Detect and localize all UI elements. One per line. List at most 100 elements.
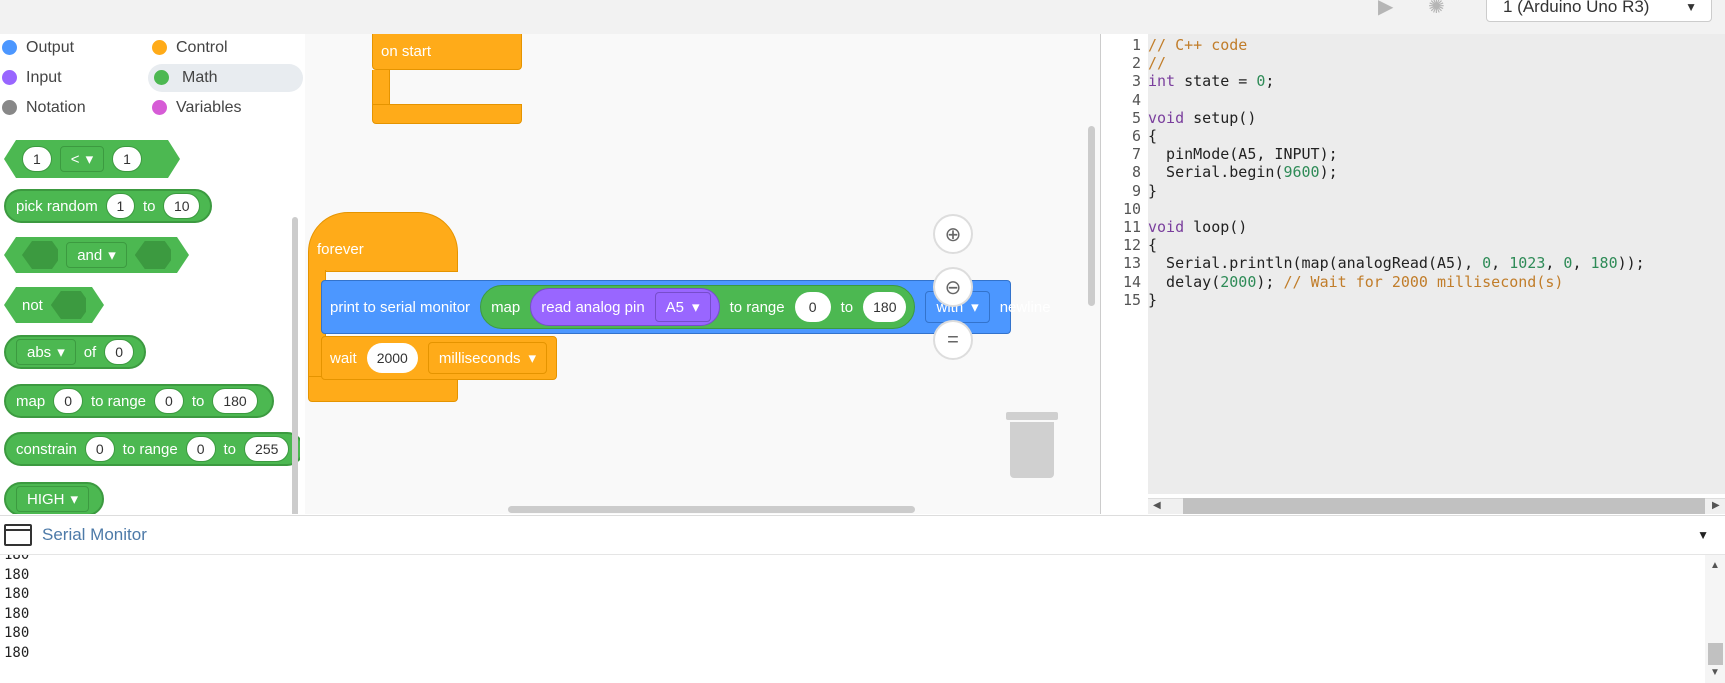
wait-value-input[interactable]: 2000 [366, 343, 418, 373]
operator-dropdown[interactable]: < ▾ [60, 146, 104, 172]
unit-dropdown[interactable]: milliseconds ▾ [427, 342, 548, 374]
compare-left-input[interactable]: 1 [22, 146, 52, 172]
step-icon[interactable]: ▶ [1378, 0, 1393, 19]
and-value: and [77, 246, 103, 264]
map-low-input[interactable]: 0 [794, 292, 831, 322]
print-label: print to serial monitor [330, 298, 471, 316]
serial-line: 180 [4, 605, 30, 622]
block-label: to [191, 392, 205, 410]
serial-monitor-header[interactable]: Serial Monitor ▼ [0, 515, 1725, 555]
and-block[interactable]: and ▾ [4, 237, 189, 273]
serial-line: 180 [4, 566, 30, 583]
block-label: pick random [16, 197, 98, 215]
constrain-low-input[interactable]: 0 [185, 436, 216, 462]
notation-dot-icon [2, 100, 17, 115]
serial-line: 180 [4, 586, 30, 602]
unit-value: milliseconds [438, 349, 521, 367]
pin-value: A5 [665, 298, 685, 316]
read-analog-pin-block[interactable]: read analog pin A5 ▾ [530, 288, 720, 326]
map-block[interactable]: map 0 to range 0 to 180 [4, 384, 274, 418]
and-dropdown[interactable]: and ▾ [66, 242, 127, 268]
category-variables[interactable]: Variables [150, 94, 300, 122]
high-value: HIGH [27, 490, 65, 508]
constrain-high-input[interactable]: 255 [244, 436, 290, 462]
function-dropdown[interactable]: abs ▾ [16, 339, 76, 365]
wait-label: wait [330, 349, 357, 367]
line-number: 15 [1122, 290, 1141, 309]
board-select[interactable]: 1 (Arduino Uno R3) ▼ [1486, 0, 1712, 22]
random-to-input[interactable]: 10 [163, 193, 200, 219]
code-editor[interactable]: 1 // C++ code 2 // 3 int state = 0; 4 5 void set… [1101, 34, 1725, 514]
category-control[interactable]: Control [150, 34, 300, 62]
map-value-input[interactable]: 0 [53, 388, 83, 414]
code-horizontal-scrollbar[interactable] [1183, 498, 1705, 514]
compare-block[interactable]: 1 < ▾ 1 [4, 140, 180, 178]
high-dropdown[interactable]: HIGH ▾ [16, 486, 90, 512]
serial-scrollbar[interactable] [1708, 643, 1723, 665]
pin-dropdown[interactable]: A5 ▾ [654, 292, 711, 322]
line-number: 8 [1131, 163, 1141, 182]
scroll-left-icon[interactable]: ◀ [1153, 500, 1161, 511]
function-value: abs [27, 343, 52, 361]
serial-output: 180 180 180 180 180 180 [0, 555, 1705, 683]
zoom-reset-icon[interactable]: = [933, 320, 973, 360]
zoom-in-icon[interactable]: ⊕ [933, 214, 973, 254]
code-text: { [1148, 236, 1158, 255]
on-start-block[interactable]: on start [372, 34, 522, 70]
caret-down-icon: ▾ [57, 344, 65, 361]
code-text: int state = 0; [1148, 72, 1275, 91]
category-label: Math [182, 69, 218, 86]
map-high-input[interactable]: 180 [863, 292, 907, 322]
debug-icon[interactable]: ✺ [1428, 0, 1445, 19]
on-start-label: on start [381, 43, 432, 60]
forever-block[interactable]: forever [308, 212, 458, 272]
block-label: to [142, 197, 156, 215]
palette-scrollbar[interactable] [292, 217, 298, 514]
forever-label: forever [317, 241, 364, 258]
scroll-right-icon[interactable]: ▶ [1712, 500, 1720, 511]
boolean-slot[interactable] [135, 241, 171, 269]
line-number: 4 [1131, 90, 1141, 109]
line-number: 10 [1122, 199, 1141, 218]
category-notation[interactable]: Notation [0, 94, 150, 122]
block-label: map [16, 392, 46, 410]
boolean-slot[interactable] [51, 291, 86, 319]
on-start-arm [372, 70, 390, 106]
canvas-vertical-scrollbar[interactable] [1088, 126, 1095, 306]
code-text: } [1148, 290, 1158, 309]
abs-value-input[interactable]: 0 [104, 339, 134, 365]
scroll-down-icon[interactable]: ▼ [1710, 667, 1720, 678]
map-high-input[interactable]: 180 [212, 388, 258, 414]
caret-down-icon: ▾ [85, 151, 94, 168]
constrain-value-input[interactable]: 0 [84, 436, 115, 462]
not-block[interactable]: not [4, 287, 104, 323]
map-low-input[interactable]: 0 [154, 388, 184, 414]
canvas-horizontal-scrollbar[interactable] [508, 506, 915, 513]
chevron-down-icon[interactable]: ▼ [1697, 528, 1709, 542]
random-from-input[interactable]: 1 [105, 193, 135, 219]
category-label: Variables [176, 99, 242, 116]
compare-right-input[interactable]: 1 [112, 146, 142, 172]
category-output[interactable]: Output [0, 34, 150, 62]
block-label: of [83, 343, 97, 361]
line-number: 3 [1131, 72, 1141, 91]
math-dot-icon [154, 70, 169, 85]
high-block[interactable]: HIGH ▾ [4, 482, 104, 514]
boolean-slot[interactable] [22, 241, 58, 269]
category-label: Notation [26, 99, 86, 116]
abs-block[interactable]: abs ▾ of 0 [4, 335, 146, 369]
line-number: 7 [1131, 145, 1141, 164]
zoom-out-icon[interactable]: ⊖ [933, 267, 973, 307]
line-number: 6 [1131, 127, 1141, 145]
print-serial-block[interactable]: print to serial monitor map read analog … [321, 280, 1051, 334]
constrain-block[interactable]: constrain 0 to range 0 to 255 [4, 432, 300, 466]
trash-icon[interactable] [1006, 412, 1058, 478]
category-input[interactable]: Input [0, 64, 150, 92]
blocks-canvas[interactable]: on start forever print to serial monitor… [305, 34, 1101, 514]
input-dot-icon [2, 70, 17, 85]
category-math[interactable]: Math [148, 64, 303, 92]
pick-random-block[interactable]: pick random 1 to 10 [4, 189, 212, 223]
scroll-up-icon[interactable]: ▲ [1710, 560, 1720, 571]
wait-block[interactable]: wait 2000 milliseconds ▾ [321, 336, 557, 380]
map-expression[interactable]: map read analog pin A5 ▾ to range 0 to 18… [480, 285, 916, 329]
